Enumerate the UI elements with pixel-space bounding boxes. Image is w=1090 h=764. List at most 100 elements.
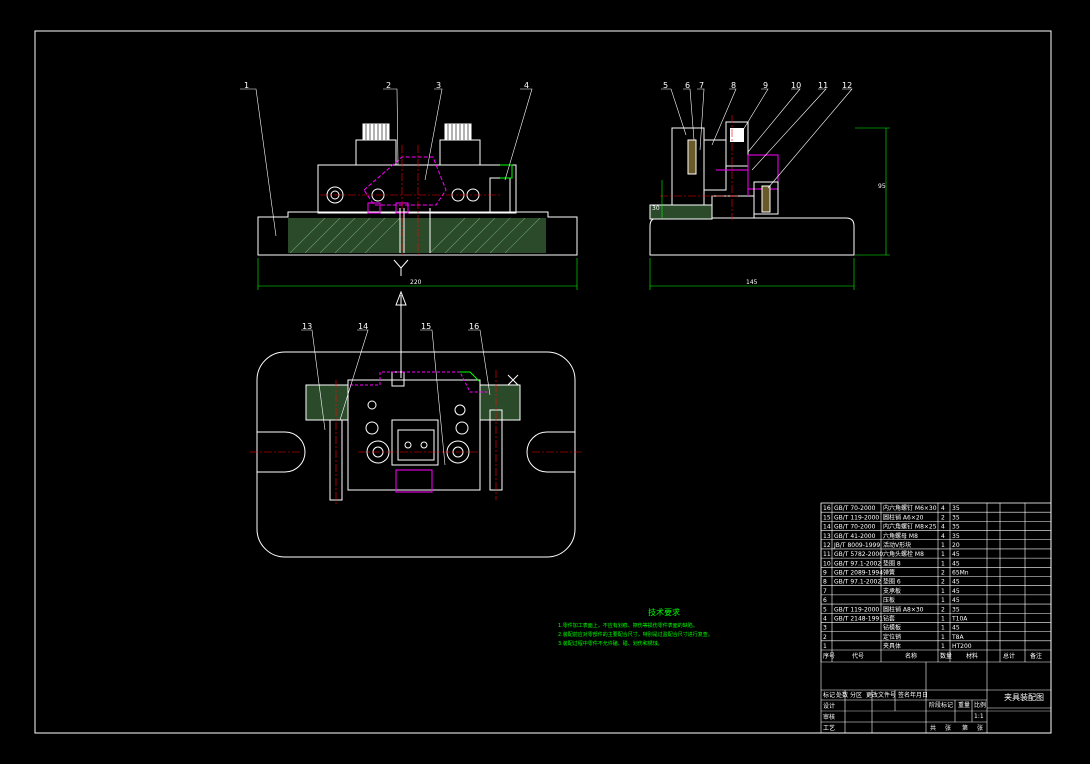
sign-cell-1: 标记 <box>823 691 835 699</box>
bom-row-seq: 10 <box>823 560 831 567</box>
bom-row-name: 夹具体 <box>883 642 901 650</box>
bom-row-seq: 7 <box>823 588 827 595</box>
side-label-12: 12 <box>842 81 852 90</box>
dim-side-small: 30 <box>652 205 660 212</box>
front-view <box>240 88 578 378</box>
sheet-cell-2: 张 <box>945 724 951 732</box>
role-cell-1: 设计 <box>823 702 835 710</box>
bom-row-qty: 1 <box>941 625 945 632</box>
bom-row-seq: 3 <box>823 625 827 632</box>
bom-header-material: 材料 <box>966 652 978 660</box>
bom-row-code: GB/T 119-2000 <box>834 606 879 613</box>
tech-req-line-2: 2.装配前应对零部件的主要配合尺寸，特别是过盈配合尺寸进行复查。 <box>558 631 713 638</box>
bom-row-name: 垫圈 8 <box>883 559 901 567</box>
bom-row-name: 垫圈 6 <box>883 578 901 586</box>
cad-drawing: 1 2 3 4 220 5 6 7 8 9 10 11 12 145 95 30… <box>34 30 1052 734</box>
top-label-14: 14 <box>358 322 368 331</box>
dim-side-width: 145 <box>746 279 758 286</box>
bom-row-qty: 2 <box>941 570 945 577</box>
bom-row-qty: 1 <box>941 560 945 567</box>
bom-header-code: 代号 <box>852 652 864 660</box>
bom-row-name: 支承板 <box>883 587 901 595</box>
tech-req-line-3: 3.装配过程中零件不允许磕、碰、划伤和锈蚀。 <box>558 640 663 647</box>
bom-row-code: GB/T 70-2000 <box>834 505 876 512</box>
bom-row-material: 65Mn <box>952 570 969 577</box>
bom-row-code: GB/T 119-2000 <box>834 514 879 521</box>
stage-cell-1: 阶段标记 <box>929 701 953 709</box>
top-label-15: 15 <box>421 322 431 331</box>
top-view <box>250 329 582 558</box>
bom-row-material: 45 <box>952 597 960 604</box>
bom-row-qty: 4 <box>941 505 945 512</box>
bom-row-name: 定位销 <box>883 633 901 641</box>
bom-row-material: HT200 <box>952 643 972 650</box>
tech-req-line-1: 1.零件加工表面上，不应有划痕、擦伤等损伤零件表面的缺陷。 <box>558 622 698 629</box>
bom-row-qty: 1 <box>941 588 945 595</box>
bom-row-material: 35 <box>952 505 960 512</box>
stage-cell-2: 重量 <box>958 701 970 709</box>
top-label-16: 16 <box>469 322 479 331</box>
bom-row-qty: 4 <box>941 524 945 531</box>
bom-header-seq: 序号 <box>823 652 835 660</box>
bom-row-seq: 13 <box>823 533 831 540</box>
role-cell-2: 审核 <box>823 713 835 721</box>
bom-row-qty: 1 <box>941 551 945 558</box>
stage-cell-3: 比例 <box>974 701 986 709</box>
bom-row-material: 45 <box>952 625 960 632</box>
bom-row-seq: 4 <box>823 615 827 622</box>
bom-row-seq: 2 <box>823 634 827 641</box>
sign-cell-3: 分区 <box>850 691 862 699</box>
bom-row-seq: 16 <box>823 505 831 512</box>
bom-row-name: 压板 <box>883 596 895 604</box>
bom-row-qty: 1 <box>941 542 945 549</box>
bom-row-name: 钻套 <box>883 614 895 622</box>
bom-row-name: 活动V形块 <box>883 541 911 549</box>
sheet-cell-4: 张 <box>977 724 983 732</box>
sign-cell-6: 年月日 <box>910 691 928 699</box>
bom-row-code: GB/T 41-2000 <box>834 533 876 540</box>
front-label-1: 1 <box>244 81 249 90</box>
side-label-9: 9 <box>763 81 768 90</box>
tech-req-title: 技术要求 <box>648 607 680 617</box>
sign-cell-4: 更改文件号 <box>866 691 896 699</box>
bom-row-qty: 4 <box>941 533 945 540</box>
side-label-8: 8 <box>731 81 736 90</box>
bom-row-code: GB/T 5782-2000 <box>834 551 883 558</box>
top-label-13: 13 <box>302 322 312 331</box>
bom-row-name: 六角螺母 M8 <box>883 532 918 540</box>
bom-row-name: 钻模板 <box>883 624 901 632</box>
bom-header-name: 名称 <box>905 652 917 660</box>
bom-row-qty: 1 <box>941 615 945 622</box>
sheet-cell-3: 第 <box>962 724 968 732</box>
dim-side-height: 95 <box>878 183 886 190</box>
bom-row-qty: 1 <box>941 643 945 650</box>
bom-row-material: T10A <box>951 615 968 622</box>
bom-row-seq: 9 <box>823 570 827 577</box>
bom-row-code: GB/T 2148-1991 <box>834 615 883 622</box>
bom-row-material: T8A <box>951 634 964 641</box>
bom-row-seq: 8 <box>823 579 827 586</box>
side-label-6: 6 <box>685 81 690 90</box>
side-label-11: 11 <box>818 81 828 90</box>
role-cell-3: 工艺 <box>823 724 835 732</box>
bom-row-seq: 5 <box>823 606 827 613</box>
drawing-scale: 1:1 <box>974 713 984 720</box>
dim-front-width: 220 <box>410 279 422 286</box>
bom-row-code: GB/T 2089-1994 <box>834 570 883 577</box>
bom-row-material: 35 <box>952 514 960 521</box>
bom-row-qty: 1 <box>941 597 945 604</box>
bom-row-code: GB/T 97.1-2002 <box>834 560 881 567</box>
bom-row-name: 弹簧 <box>883 569 895 577</box>
bom-row-qty: 2 <box>941 606 945 613</box>
bom-header-note: 备注 <box>1030 652 1042 660</box>
bom-row-code: GB/T 70-2000 <box>834 524 876 531</box>
bom-row-seq: 11 <box>823 551 831 558</box>
bom-header-qty: 数量 <box>940 652 952 660</box>
side-view <box>649 88 890 290</box>
bom-row-material: 45 <box>952 551 960 558</box>
bom-row-name: 内六角螺钉 M8×25 <box>883 523 937 531</box>
bom-row-qty: 2 <box>941 579 945 586</box>
bom-row-material: 45 <box>952 579 960 586</box>
front-label-3: 3 <box>436 81 441 90</box>
side-label-5: 5 <box>663 81 668 90</box>
